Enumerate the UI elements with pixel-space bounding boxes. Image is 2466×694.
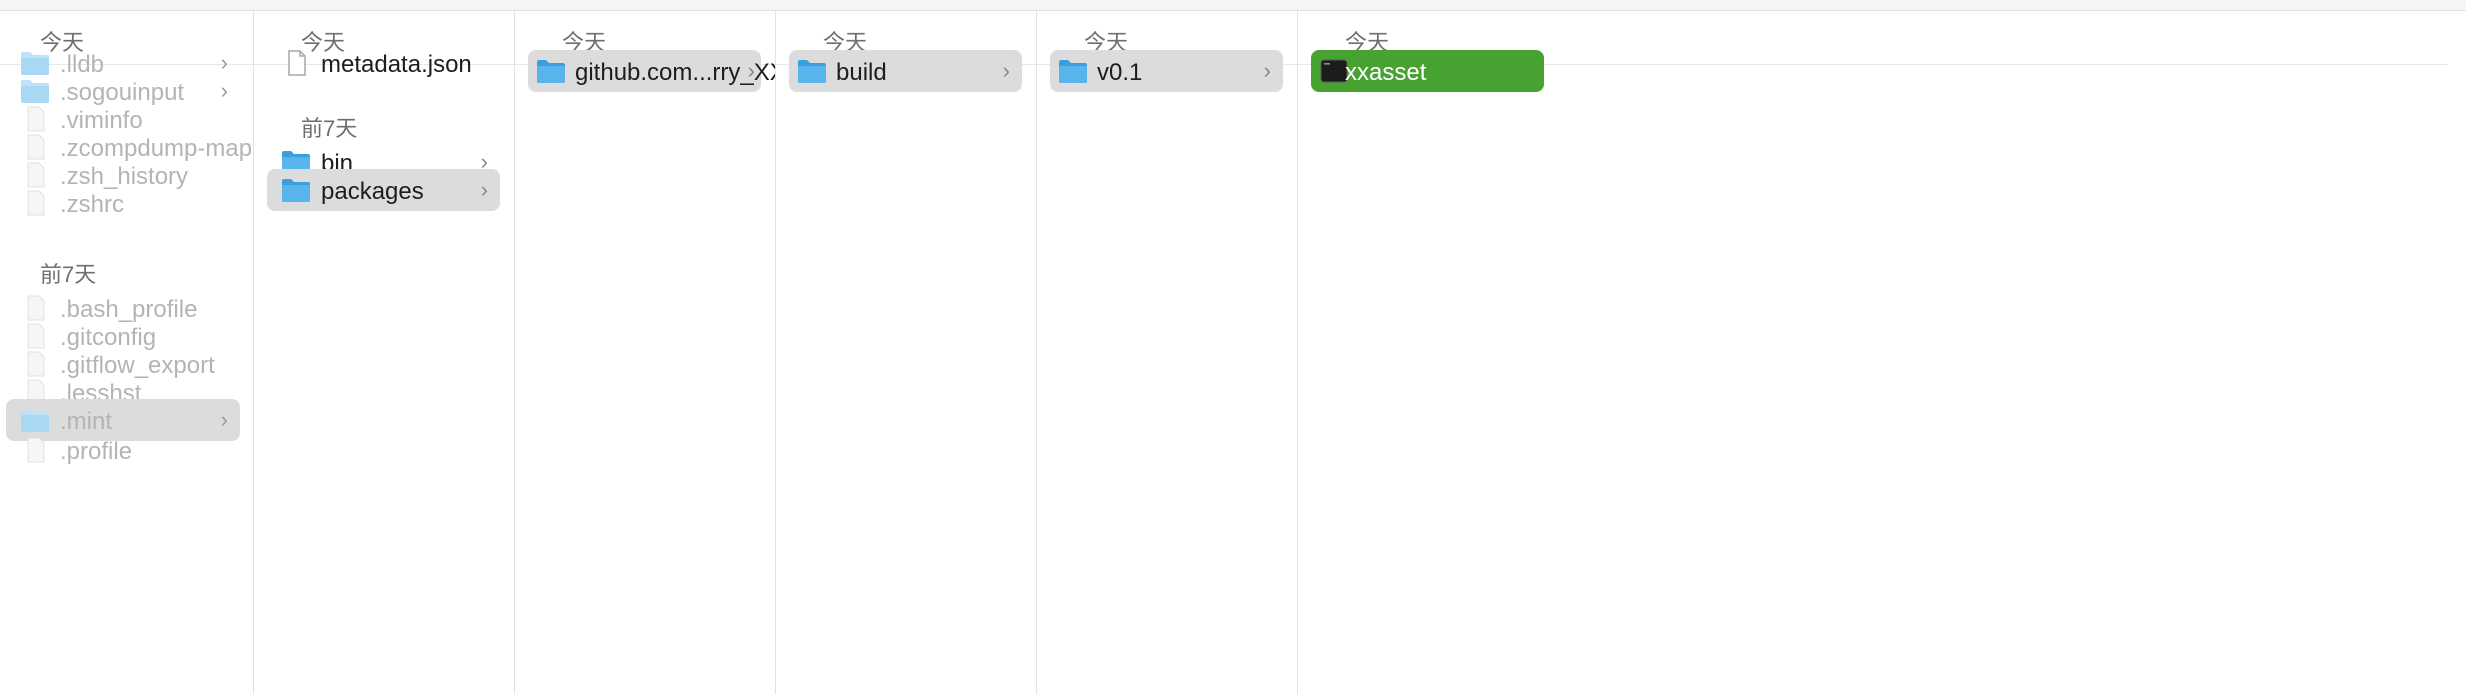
chevron-right-icon: › [1263,58,1271,83]
item-label: metadata.json [321,51,472,78]
column-3[interactable]: 今天 github.com...rry_XXasset › [515,11,776,694]
document-icon [27,437,45,463]
list-item-xxasset[interactable]: xxasset [1311,50,1544,92]
folder-icon [798,60,826,83]
finder-column-browser: 今天 .lldb › .sogouinput › .viminfo .zcomp… [0,0,2466,694]
item-label: xxasset [1345,59,1427,86]
column-4[interactable]: 今天 build › [776,11,1037,694]
list-item-build[interactable]: build › [789,50,1022,92]
section-label-previous-7-days: 前7天 [40,262,97,287]
item-label: v0.1 [1097,59,1143,86]
chevron-right-icon: › [480,177,488,202]
column-1[interactable]: 今天 .lldb › .sogouinput › .viminfo .zcomp… [0,11,254,694]
list-item-metadata-json[interactable]: metadata.json [267,42,500,84]
section-label-previous-7-days: 前7天 [301,116,358,141]
list-item-profile[interactable]: .profile [6,429,240,471]
column-5[interactable]: 今天 v0.1 › [1037,11,1298,694]
folder-icon [537,60,565,83]
list-item-github-com[interactable]: github.com...rry_XXasset › [528,50,775,92]
document-icon [288,50,306,76]
item-label: .profile [60,438,133,465]
item-label: packages [321,178,424,205]
list-item-v0-1[interactable]: v0.1 › [1050,50,1283,92]
column-resize-gutter[interactable] [2448,11,2466,694]
item-label: github.com...rry_XXasset [575,59,775,86]
toolbar-edge [0,0,2466,11]
chevron-right-icon: › [747,58,755,83]
folder-icon [282,179,310,202]
list-item-zshrc[interactable]: .zshrc [6,182,240,224]
list-item-packages[interactable]: packages › [267,169,500,211]
document-icon [27,190,45,216]
column-6[interactable]: 今天 xxasset [1298,11,2449,694]
chevron-right-icon: › [1002,58,1010,83]
item-label: build [836,59,887,86]
folder-icon [1059,60,1087,83]
column-2[interactable]: 今天 metadata.json 前7天 bin › packages › [254,11,515,694]
item-label: .zshrc [60,191,125,218]
